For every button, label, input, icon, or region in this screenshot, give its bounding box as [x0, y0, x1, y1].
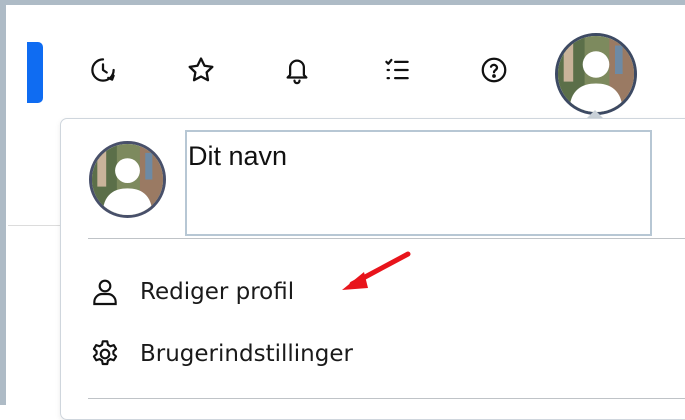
- user-avatar-button[interactable]: [555, 33, 637, 115]
- bell-icon: [286, 59, 308, 85]
- notifications-button[interactable]: [280, 53, 314, 87]
- user-settings-menu-item[interactable]: Brugerindstillinger: [88, 334, 353, 374]
- window-frame-left: [0, 0, 6, 405]
- avatar-icon: [558, 36, 634, 112]
- left-separator: [8, 225, 60, 226]
- help-button[interactable]: [477, 53, 511, 87]
- recent-history-icon: [91, 58, 115, 82]
- tasks-button[interactable]: [380, 53, 414, 87]
- menu-avatar: [89, 141, 166, 218]
- gear-icon: [88, 337, 122, 371]
- help-icon: [481, 57, 507, 83]
- window-frame-top: [0, 0, 685, 5]
- avatar-icon: [92, 144, 163, 215]
- user-settings-label: Brugerindstillinger: [140, 341, 353, 367]
- recent-history-button[interactable]: [86, 53, 120, 87]
- menu-divider-bottom: [88, 398, 685, 399]
- checklist-icon: [385, 58, 409, 80]
- active-nav-indicator[interactable]: [27, 42, 43, 103]
- display-name-placeholder: Dit navn: [188, 141, 288, 171]
- edit-profile-menu-item[interactable]: Rediger profil: [88, 272, 294, 312]
- edit-profile-label: Rediger profil: [140, 279, 295, 305]
- favorites-button[interactable]: [184, 53, 218, 87]
- person-icon: [88, 275, 122, 309]
- star-icon: [188, 57, 214, 82]
- menu-divider: [88, 238, 685, 239]
- annotation-arrow-icon: [342, 251, 411, 290]
